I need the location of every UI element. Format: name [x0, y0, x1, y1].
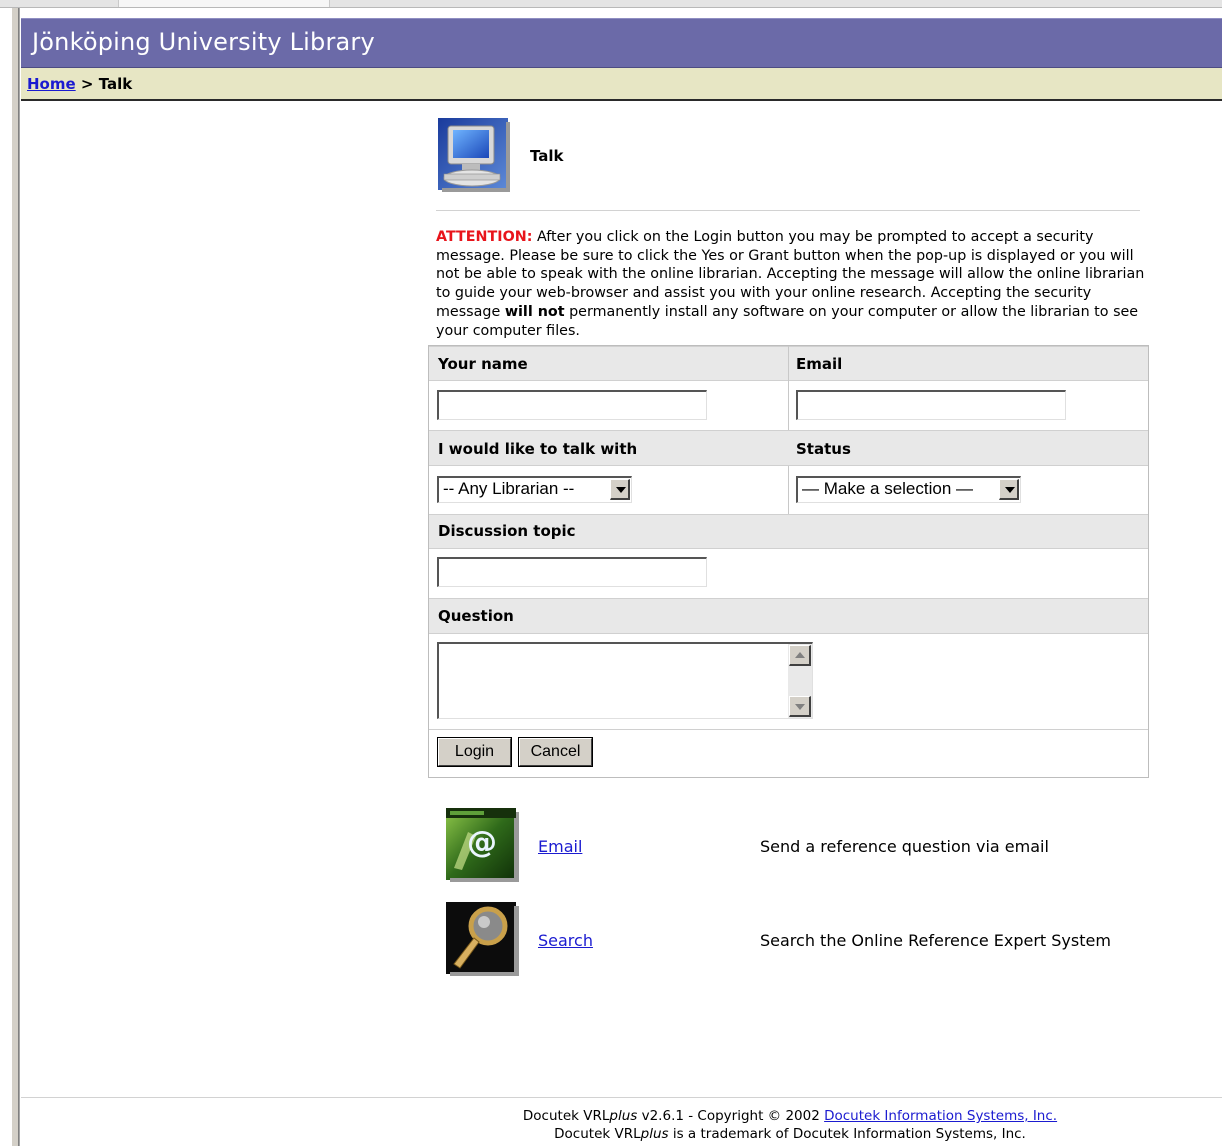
browser-frame-top	[0, 0, 1222, 8]
footer-trademark-plus: plus	[640, 1126, 669, 1142]
svg-text:@: @	[467, 825, 497, 860]
footer-trademark-product: Docutek VRL	[554, 1126, 641, 1142]
breadcrumb-trail: Home > Talk	[27, 75, 132, 93]
page-title: Talk	[530, 147, 564, 165]
textarea-scrollbar[interactable]	[788, 644, 812, 718]
email-label: Email	[796, 355, 843, 373]
librarian-select-value: -- Any Librarian --	[443, 479, 575, 498]
footer-product: Docutek VRL	[522, 1108, 610, 1124]
attention-notice: ATTENTION: After you click on the Login …	[436, 228, 1148, 340]
email-link[interactable]: Email	[538, 837, 582, 856]
footer-trademark-line: Docutek VRLplus is a trademark of Docute…	[380, 1125, 1200, 1143]
footer-divider	[21, 1097, 1222, 1098]
your-name-label: Your name	[438, 355, 528, 373]
breadcrumb: Home > Talk	[21, 68, 1222, 101]
scroll-down-icon[interactable]	[789, 696, 811, 717]
discussion-topic-label: Discussion topic	[438, 522, 576, 540]
status-label: Status	[796, 440, 851, 458]
status-select[interactable]: — Make a selection —	[796, 476, 1021, 503]
status-select-value: — Make a selection —	[802, 479, 974, 498]
footer-copyright-line: Docutek VRLplus v2.6.1 - Copyright © 200…	[380, 1107, 1200, 1125]
email-link-description: Send a reference question via email	[760, 837, 1049, 856]
computer-monitor-icon	[438, 118, 510, 192]
your-name-input[interactable]	[437, 390, 707, 420]
search-link-description: Search the Online Reference Expert Syste…	[760, 931, 1111, 950]
email-input[interactable]	[796, 390, 1066, 420]
breadcrumb-separator: >	[80, 75, 94, 93]
login-button[interactable]: Login	[437, 737, 512, 767]
button-row-divider	[429, 729, 1148, 730]
footer-copyright: v2.6.1 - Copyright © 2002	[637, 1108, 825, 1124]
footer: Docutek VRLplus v2.6.1 - Copyright © 200…	[380, 1107, 1200, 1143]
breadcrumb-home-link[interactable]: Home	[27, 75, 76, 93]
question-label: Question	[438, 607, 514, 625]
attention-label: ATTENTION:	[436, 229, 533, 245]
site-title: Jönköping University Library	[32, 28, 375, 56]
question-textarea[interactable]	[437, 642, 813, 719]
cancel-button[interactable]: Cancel	[518, 737, 593, 767]
footer-product-plus: plus	[609, 1108, 638, 1124]
left-frame-scrollbar[interactable]	[0, 8, 20, 1146]
discussion-topic-input[interactable]	[437, 557, 707, 587]
magnifying-glass-icon[interactable]	[446, 902, 519, 976]
browser-tab[interactable]	[118, 0, 330, 7]
docutek-link[interactable]: Docutek Information Systems, Inc.	[824, 1108, 1057, 1124]
footer-trademark-text: is a trademark of Docutek Information Sy…	[668, 1126, 1026, 1142]
scroll-up-icon[interactable]	[789, 645, 811, 666]
chevron-down-icon[interactable]	[610, 479, 630, 500]
email-at-icon[interactable]: @	[446, 808, 519, 882]
attention-emphasis: will not	[504, 303, 565, 320]
librarian-select[interactable]: -- Any Librarian --	[437, 476, 632, 503]
chevron-down-icon[interactable]	[999, 479, 1019, 500]
site-header: Jönköping University Library	[21, 18, 1222, 68]
form-label-row-4	[429, 598, 1148, 634]
search-link[interactable]: Search	[538, 931, 593, 950]
talk-with-label: I would like to talk with	[438, 440, 638, 458]
breadcrumb-current: Talk	[98, 75, 133, 93]
divider	[436, 210, 1140, 211]
